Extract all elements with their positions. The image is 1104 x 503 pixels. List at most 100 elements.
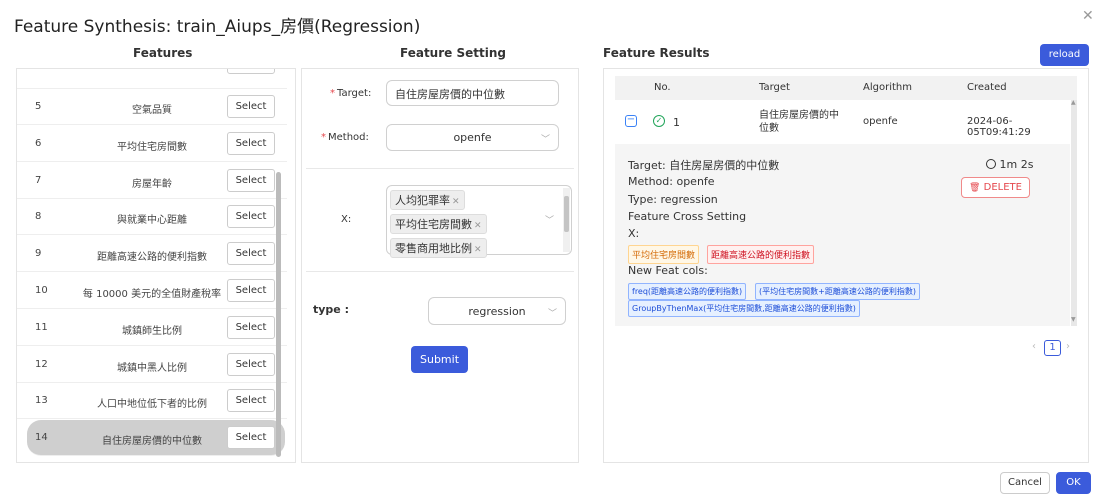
features-list-panel[interactable]: 5 空氣品質 Select 6 平均住宅房間數 Select 7 房屋年齡 Select 8 與就業… — [16, 68, 296, 463]
results-header: Feature Results — [603, 46, 710, 60]
list-item: 6 平均住宅房間數 Select — [17, 126, 287, 162]
select-button[interactable]: Select — [227, 205, 275, 229]
type-label: type : — [313, 303, 349, 316]
cancel-button[interactable]: Cancel — [1000, 472, 1050, 494]
results-scrollbar[interactable]: ▲ ▼ — [1071, 99, 1077, 326]
ok-button[interactable]: OK — [1056, 472, 1091, 494]
list-item: 12 城鎮中黑人比例 Select — [17, 347, 287, 383]
list-item: 10 每 10000 美元的全值財產稅率 Select — [17, 273, 287, 309]
page-number[interactable]: 1 — [1044, 340, 1061, 356]
row-created: 2024-06-05T09:41:29 — [967, 116, 1031, 138]
setting-header: Feature Setting — [400, 46, 506, 60]
next-page-icon[interactable]: › — [1066, 341, 1070, 352]
row-target: 自住房屋房價的中位數 — [759, 110, 839, 134]
list-item: 8 與就業中心距離 Select — [17, 199, 287, 236]
feature-name: 與就業中心距離 — [117, 215, 187, 227]
x-label: X: — [341, 214, 352, 225]
collapse-icon[interactable]: − — [625, 115, 637, 127]
feature-number: 5 — [35, 101, 42, 112]
submit-button[interactable]: Submit — [411, 346, 468, 373]
feature-name: 自住房屋房價的中位數 — [102, 436, 202, 448]
select-button[interactable]: Select — [227, 389, 275, 413]
delete-button[interactable]: 🗑 DELETE — [961, 177, 1030, 198]
column-header: Target — [759, 82, 790, 93]
close-icon[interactable]: ✕ — [474, 245, 482, 255]
x-multiselect[interactable]: 人均犯罪率 ✕ 平均住宅房間數 ✕ 零售商用地比例 ✕ ﹀ — [386, 185, 572, 258]
feature-name: 平均住宅房間數 — [117, 141, 187, 153]
features-scrollbar[interactable] — [276, 172, 281, 457]
reload-button[interactable]: reload — [1040, 44, 1089, 66]
type-select[interactable]: regression ﹀ — [428, 297, 566, 325]
divider — [306, 271, 574, 272]
list-item — [17, 69, 287, 89]
select-button[interactable] — [227, 69, 275, 74]
feature-number: 11 — [35, 321, 48, 333]
chevron-down-icon: ﹀ — [540, 135, 550, 145]
target-label: * Target: — [330, 88, 372, 99]
clock-icon — [986, 159, 996, 169]
prev-page-icon[interactable]: ‹ — [1032, 341, 1036, 352]
feature-name: 距離高速公路的便利指數 — [97, 252, 207, 264]
row-algorithm: openfe — [863, 116, 898, 127]
chevron-down-icon: ﹀ — [547, 309, 557, 319]
duration: 1m 2s — [986, 158, 1033, 171]
success-icon: ✓ — [653, 115, 665, 127]
select-button[interactable]: Select — [227, 426, 275, 450]
trash-icon: 🗑 — [969, 183, 981, 193]
new-feat-pill: GroupByThenMax(平均住宅房間數,距離高速公路的便利指數) — [628, 300, 860, 317]
list-item: 11 城鎮師生比例 Select — [17, 310, 287, 346]
close-icon[interactable]: ✕ — [474, 221, 482, 231]
features-header: Features — [133, 46, 193, 60]
feature-number: 12 — [35, 358, 48, 370]
list-item: 13 人口中地位低下者的比例 Select — [17, 383, 287, 420]
x-pill: 距離高速公路的便利指數 — [707, 245, 815, 264]
feature-name: 人口中地位低下者的比例 — [97, 399, 207, 411]
feature-name: 每 10000 美元的全值財產稅率 — [82, 289, 222, 300]
chevron-down-icon: ﹀ — [545, 216, 555, 226]
column-header: No. — [654, 82, 671, 93]
select-button[interactable]: Select — [227, 315, 275, 339]
list-item: 5 空氣品質 Select — [17, 89, 287, 125]
feature-name: 空氣品質 — [132, 105, 172, 116]
feature-name: 城鎮中黑人比例 — [117, 362, 187, 374]
detail-x: X: — [628, 227, 640, 240]
close-icon[interactable]: ✕ — [1082, 8, 1094, 24]
new-feat-pill: (平均住宅房間數+距離高速公路的便利指數) — [755, 283, 920, 300]
select-button[interactable]: Select — [227, 279, 275, 302]
list-item: 14 自住房屋房價的中位數 Select — [27, 420, 285, 457]
results-table-header: No. Target Algorithm Created — [615, 76, 1077, 100]
select-button[interactable]: Select — [227, 352, 275, 376]
close-icon[interactable]: ✕ — [452, 197, 460, 207]
list-item: 9 距離高速公路的便利指數 Select — [17, 236, 287, 273]
new-feat-pill: freq(距離高速公路的便利指數) — [628, 283, 747, 300]
detail-cross-setting: Feature Cross Setting — [628, 210, 747, 223]
method-select[interactable]: openfe ﹀ — [386, 124, 559, 151]
result-detail: Target: 自住房屋房價的中位數 Method: openfe Type: … — [615, 144, 1070, 326]
feature-name: 房屋年齡 — [132, 178, 172, 190]
select-button[interactable]: Select — [227, 131, 275, 155]
x-scrollbar[interactable] — [563, 188, 570, 252]
feature-number: 9 — [35, 248, 42, 260]
target-field[interactable]: 自住房屋房價的中位數 — [386, 80, 559, 106]
feature-number: 13 — [35, 395, 48, 407]
column-header: Created — [967, 82, 1007, 93]
feature-number: 10 — [35, 285, 48, 296]
column-header: Algorithm — [863, 82, 912, 93]
select-button[interactable]: Select — [227, 168, 275, 192]
select-button[interactable]: Select — [227, 242, 275, 266]
x-tag: 平均住宅房間數 ✕ — [390, 214, 487, 234]
feature-name: 城鎮師生比例 — [122, 325, 182, 337]
row-number: 1 — [673, 116, 680, 129]
detail-method: Method: openfe — [628, 175, 715, 188]
divider — [306, 168, 574, 169]
feature-number: 7 — [35, 174, 42, 186]
method-label: * Method: — [321, 132, 369, 143]
x-tag: 人均犯罪率 ✕ — [390, 190, 465, 210]
x-tag: 零售商用地比例 ✕ — [390, 238, 487, 258]
list-item: 7 房屋年齡 Select — [17, 163, 287, 199]
detail-target: Target: 自住房屋房價的中位數 — [628, 159, 780, 172]
detail-new-feat: New Feat cols: — [628, 264, 708, 277]
feature-synthesis-modal: Feature Synthesis: train_Aiups_房價(Regres… — [0, 0, 1104, 503]
table-row[interactable]: − ✓ 1 自住房屋房價的中位數 openfe 2024-06-05T09:41… — [615, 100, 1070, 144]
select-button[interactable]: Select — [227, 95, 275, 118]
